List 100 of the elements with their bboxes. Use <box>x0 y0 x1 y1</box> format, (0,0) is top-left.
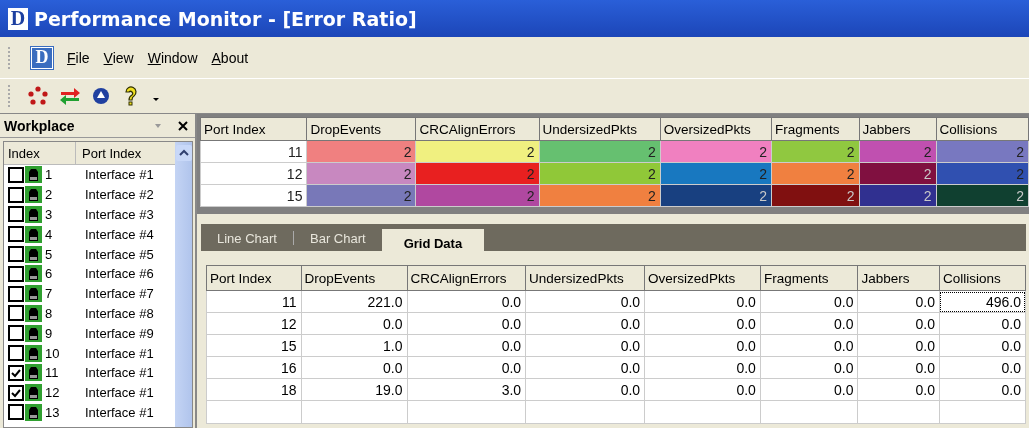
checkbox[interactable] <box>8 345 24 362</box>
table-cell[interactable]: 0.0 <box>407 356 526 379</box>
interface-name[interactable]: Interface #4 <box>79 226 167 242</box>
column-header[interactable]: UndersizedPkts <box>525 265 645 291</box>
menu-item[interactable]: File <box>67 49 90 66</box>
interface-name[interactable]: Interface #1 <box>79 345 167 361</box>
table-cell[interactable]: 0.0 <box>858 334 940 357</box>
table-cell[interactable]: 16 <box>206 356 302 379</box>
interface-name[interactable]: Interface #3 <box>79 207 167 222</box>
column-header[interactable]: Jabbers <box>859 117 937 141</box>
port-icon <box>25 245 42 263</box>
port-icon <box>25 186 42 204</box>
interface-name[interactable]: Interface #2 <box>79 187 167 203</box>
interface-name[interactable]: Interface #9 <box>79 325 167 341</box>
table-cell[interactable]: 12 <box>206 312 302 335</box>
table-cell[interactable]: 496.0 <box>939 290 1026 313</box>
table-cell[interactable]: 0.0 <box>301 312 407 335</box>
table-cell[interactable]: 0.0 <box>760 334 858 357</box>
menu-item[interactable]: About <box>211 49 249 66</box>
table-cell[interactable]: 0.0 <box>644 378 761 401</box>
swap-arrows-icon[interactable] <box>59 86 81 106</box>
checkbox[interactable] <box>8 186 24 203</box>
table-cell[interactable]: 0.0 <box>939 334 1026 357</box>
table-cell[interactable]: 0.0 <box>525 334 645 357</box>
menu-item[interactable]: Window <box>147 49 198 66</box>
table-cell[interactable]: 11 <box>206 290 302 313</box>
column-header[interactable]: DropEvents <box>301 265 407 291</box>
scrollbar[interactable] <box>175 142 192 427</box>
column-header[interactable]: Fragments <box>771 117 860 141</box>
column-header[interactable]: Fragments <box>760 265 858 291</box>
column-header[interactable]: DropEvents <box>306 117 416 141</box>
table-cell[interactable]: 0.0 <box>858 356 940 379</box>
column-header[interactable]: Port Index <box>76 145 142 161</box>
column-header[interactable]: Collisions <box>939 265 1026 291</box>
checkbox[interactable] <box>8 285 24 302</box>
checkbox[interactable] <box>8 325 24 342</box>
table-cell[interactable]: 0.0 <box>407 312 526 335</box>
checkbox[interactable] <box>8 166 24 183</box>
interface-name[interactable]: Interface #6 <box>79 266 167 282</box>
ring-icon[interactable] <box>27 86 49 106</box>
interface-name[interactable]: Interface #1 <box>79 385 167 401</box>
table-cell[interactable]: 0.0 <box>644 312 761 335</box>
table-cell[interactable]: 1.0 <box>301 334 407 357</box>
checkbox[interactable] <box>8 305 24 322</box>
interface-name[interactable]: Interface #1 <box>79 404 167 420</box>
table-cell[interactable]: 0.0 <box>939 378 1026 401</box>
table-cell[interactable]: 0.0 <box>644 334 761 357</box>
column-header[interactable]: Collisions <box>936 117 1029 141</box>
table-cell[interactable]: 0.0 <box>760 312 858 335</box>
interface-name[interactable]: Interface #1 <box>79 167 167 183</box>
table-cell[interactable]: 19.0 <box>301 378 407 401</box>
tab[interactable]: Line Chart <box>201 225 293 251</box>
checkbox[interactable] <box>8 384 24 401</box>
table-cell[interactable]: 0.0 <box>939 312 1026 335</box>
scroll-up-icon[interactable] <box>175 145 192 161</box>
column-header[interactable]: Index <box>4 142 76 164</box>
table-cell[interactable]: 0.0 <box>760 356 858 379</box>
column-header[interactable]: Port Index <box>200 117 307 141</box>
table-cell[interactable]: 0.0 <box>301 356 407 379</box>
checkbox[interactable] <box>8 265 24 282</box>
table-cell[interactable]: 0.0 <box>858 378 940 401</box>
interface-name[interactable]: Interface #1 <box>79 365 167 381</box>
column-header[interactable]: CRCAlignErrors <box>415 117 540 141</box>
port-icon <box>25 344 42 362</box>
table-cell[interactable]: 0.0 <box>644 356 761 379</box>
column-header[interactable]: UndersizedPkts <box>539 117 661 141</box>
column-header[interactable]: Jabbers <box>858 265 940 291</box>
table-cell[interactable]: 0.0 <box>858 312 940 335</box>
table-cell[interactable]: 0.0 <box>407 334 526 357</box>
table-cell[interactable]: 18 <box>206 378 302 401</box>
checkbox[interactable] <box>8 206 24 223</box>
port-index: 6 <box>44 266 54 282</box>
table-cell[interactable]: 0.0 <box>525 312 645 335</box>
table-cell[interactable]: 3.0 <box>407 378 526 401</box>
tab[interactable]: Bar Chart <box>294 225 382 251</box>
table-cell[interactable]: 0.0 <box>939 356 1026 379</box>
table-cell[interactable]: 15 <box>206 334 302 357</box>
table-cell[interactable]: 0.0 <box>525 356 645 379</box>
column-header[interactable]: CRCAlignErrors <box>407 265 526 291</box>
table-cell[interactable]: 221.0 <box>301 290 407 313</box>
table-cell[interactable]: 0.0 <box>407 290 526 313</box>
interface-name[interactable]: Interface #5 <box>79 246 167 262</box>
interface-name[interactable]: Interface #7 <box>79 286 167 302</box>
table-cell[interactable]: 0.0 <box>525 378 645 401</box>
column-header[interactable]: OversizedPkts <box>660 117 772 141</box>
table-cell[interactable]: 0.0 <box>760 290 858 313</box>
checkbox[interactable] <box>8 226 24 243</box>
table-cell[interactable]: 0.0 <box>858 290 940 313</box>
menu-item[interactable]: View <box>103 49 134 66</box>
checkbox[interactable] <box>8 364 24 381</box>
column-header[interactable]: OversizedPkts <box>644 265 761 291</box>
table-cell[interactable]: 0.0 <box>644 290 761 313</box>
close-icon[interactable] <box>177 119 189 132</box>
table-cell[interactable]: 0.0 <box>760 378 858 401</box>
checkbox[interactable] <box>8 404 24 421</box>
checkbox[interactable] <box>8 246 24 263</box>
upload-icon[interactable] <box>91 86 111 106</box>
column-header[interactable]: Port Index <box>206 265 302 291</box>
interface-name[interactable]: Interface #8 <box>79 305 167 321</box>
table-cell[interactable]: 0.0 <box>525 290 645 313</box>
